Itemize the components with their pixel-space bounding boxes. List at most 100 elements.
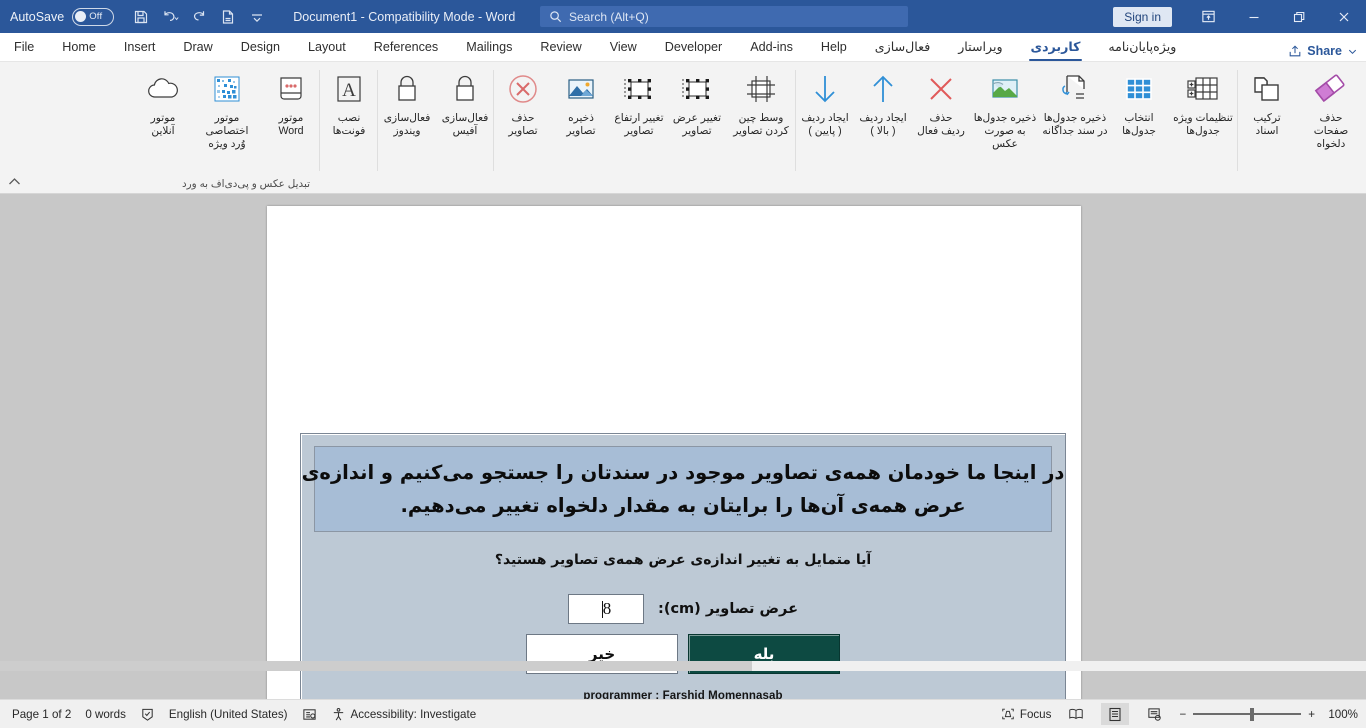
language-indicator[interactable]: English (United States): [169, 708, 288, 721]
center-align-icon: [744, 68, 778, 110]
title-bar: AutoSave Off Document1 - Compatibility M…: [0, 0, 1366, 33]
tab-karbordi[interactable]: کاربردی: [1017, 34, 1095, 61]
search-input[interactable]: Search (Alt+Q): [540, 6, 908, 27]
zoom-slider[interactable]: [1193, 707, 1302, 721]
merge-documents-button[interactable]: ترکیب اسناد: [1238, 62, 1296, 138]
tab-review[interactable]: Review: [526, 34, 595, 61]
word-engine-button[interactable]: موتور Word: [262, 62, 320, 138]
activate-windows-button[interactable]: فعال‌سازی ویندوز: [378, 62, 436, 138]
userform-banner-line-1: در اینجا ما خودمان همه‌ی تصاویر موجود در…: [301, 461, 1065, 484]
change-image-height-button[interactable]: تغییر ارتفاع تصاویر: [610, 62, 668, 138]
ribbon-display-options-icon[interactable]: [1186, 0, 1231, 33]
tab-help[interactable]: Help: [807, 34, 861, 61]
zoom-slider-thumb[interactable]: [1250, 707, 1255, 721]
save-images-label: ذخیره تصاویر: [566, 112, 596, 137]
insert-row-above-button[interactable]: ایجاد ردیف ( بالا ): [854, 62, 912, 138]
page-number[interactable]: Page 1 of 2: [12, 708, 71, 721]
font-a-icon: A: [333, 68, 365, 110]
save-icon[interactable]: [131, 7, 151, 27]
zoom-level[interactable]: 100%: [1322, 708, 1358, 721]
tab-view[interactable]: View: [596, 34, 651, 61]
web-layout-icon[interactable]: [1140, 703, 1168, 725]
accessibility-status[interactable]: Accessibility: Investigate: [331, 707, 476, 722]
document-canvas: در اینجا ما خودمان همه‌ی تصاویر موجود در…: [0, 194, 1366, 699]
tab-insert[interactable]: Insert: [110, 34, 170, 61]
delete-images-label: حذف تصاویر: [508, 112, 538, 137]
tab-draw[interactable]: Draw: [169, 34, 226, 61]
select-tables-label: انتخاب جدول‌ها: [1122, 112, 1156, 137]
tab-home[interactable]: Home: [48, 34, 110, 61]
sign-in-button[interactable]: Sign in: [1113, 6, 1172, 27]
tab-mailings[interactable]: Mailings: [452, 34, 526, 61]
delete-images-button[interactable]: حذف تصاویر: [494, 62, 552, 138]
tab-faalsazi[interactable]: فعال‌سازی: [861, 34, 944, 61]
undo-icon[interactable]: [160, 7, 180, 27]
save-tables-as-image-button[interactable]: ذخیره جدول‌ها به صورت عکس: [970, 62, 1040, 151]
zoom-in-button[interactable]: +: [1308, 708, 1315, 721]
tab-vijeh-payannameh[interactable]: ویژه‌پایان‌نامه: [1094, 34, 1190, 61]
change-image-width-button[interactable]: تغییر عرض تصاویر: [668, 62, 726, 138]
image-width-input[interactable]: 8: [568, 594, 645, 624]
online-engine-label: موتور آنلاین: [150, 112, 176, 137]
delete-active-row-label: حذف ردیف فعال: [917, 112, 965, 137]
install-fonts-button[interactable]: A نصب فونت‌ها: [320, 62, 378, 138]
autosave-toggle[interactable]: Off: [72, 7, 115, 26]
tab-addins[interactable]: Add-ins: [736, 34, 807, 61]
delete-custom-pages-button[interactable]: حذف صفحات دلخواه: [1296, 62, 1366, 151]
arrow-up-icon: [868, 68, 898, 110]
dedicated-word-engine-button[interactable]: موتور اختصاصی وُرد ویژه: [192, 62, 262, 151]
horizontal-scrollbar[interactable]: [0, 661, 1366, 671]
focus-label: Focus: [1019, 707, 1052, 721]
chevron-up-icon[interactable]: [8, 177, 21, 189]
activate-office-label: فعال‌سازی آفیس: [441, 112, 489, 137]
word-window: AutoSave Off Document1 - Compatibility M…: [0, 0, 1366, 728]
x-red-icon: [925, 68, 957, 110]
picture-icon: [988, 68, 1022, 110]
restore-icon[interactable]: [1276, 0, 1321, 33]
select-tables-button[interactable]: انتخاب جدول‌ها: [1110, 62, 1168, 138]
word-count[interactable]: 0 words: [85, 708, 126, 721]
x-circle-icon: [507, 68, 539, 110]
quick-access-toolbar: AutoSave Off Document1 - Compatibility M…: [0, 7, 515, 27]
tab-design[interactable]: Design: [227, 34, 294, 61]
autosave-state: Off: [89, 11, 103, 22]
tab-file[interactable]: File: [0, 34, 48, 61]
activate-office-button[interactable]: فعال‌سازی آفیس: [436, 62, 494, 138]
zoom-out-button[interactable]: −: [1179, 708, 1186, 721]
document-title: Document1 - Compatibility Mode - Word: [293, 9, 516, 24]
lock-icon: [392, 68, 422, 110]
close-icon[interactable]: [1321, 0, 1366, 33]
arrow-down-icon: [810, 68, 840, 110]
table-special-settings-button[interactable]: تنظیمات ویژه جدول‌ها: [1168, 62, 1238, 138]
zoom-control[interactable]: − + 100%: [1179, 707, 1358, 721]
save-tables-separate-doc-button[interactable]: ذخیره جدول‌ها در سند جداگانه: [1040, 62, 1110, 138]
text-caret: [601, 600, 603, 618]
print-layout-icon[interactable]: [1101, 703, 1130, 725]
horizontal-scroll-thumb[interactable]: [0, 661, 752, 671]
share-button[interactable]: Share: [1288, 44, 1358, 58]
insert-row-below-button[interactable]: ایجاد ردیف ( پایین ): [796, 62, 854, 138]
tab-references[interactable]: References: [360, 34, 452, 61]
search-placeholder: Search (Alt+Q): [569, 9, 649, 24]
delete-active-row-button[interactable]: حذف ردیف فعال: [912, 62, 970, 138]
tab-layout[interactable]: Layout: [294, 34, 360, 61]
display-settings-icon[interactable]: [302, 707, 317, 722]
focus-button[interactable]: Focus: [1001, 707, 1052, 721]
online-engine-button[interactable]: موتور آنلاین: [134, 62, 192, 138]
proofing-errors-icon[interactable]: [140, 707, 155, 722]
minimize-icon[interactable]: [1231, 0, 1276, 33]
tab-developer[interactable]: Developer: [651, 34, 736, 61]
save-tables-separate-doc-label: ذخیره جدول‌ها در سند جداگانه: [1042, 112, 1108, 137]
center-images-button[interactable]: وسط چین کردن تصاویر: [726, 62, 796, 138]
save-images-button[interactable]: ذخیره تصاویر: [552, 62, 610, 138]
read-mode-icon[interactable]: [1062, 703, 1090, 725]
image-width-value: 8: [602, 599, 612, 618]
dedicated-word-engine-label: موتور اختصاصی وُرد ویژه: [205, 112, 249, 150]
customize-quick-access-icon[interactable]: [247, 7, 267, 27]
print-preview-icon[interactable]: [218, 7, 238, 27]
word-engine-icon: [276, 68, 306, 110]
ribbon-toolbar: حذف صفحات دلخواه ترکیب اسناد تنظیمات ویژ…: [0, 62, 1366, 194]
redo-icon[interactable]: [189, 7, 209, 27]
lock-icon: [450, 68, 480, 110]
tab-virastar[interactable]: ویراستار: [944, 34, 1016, 61]
